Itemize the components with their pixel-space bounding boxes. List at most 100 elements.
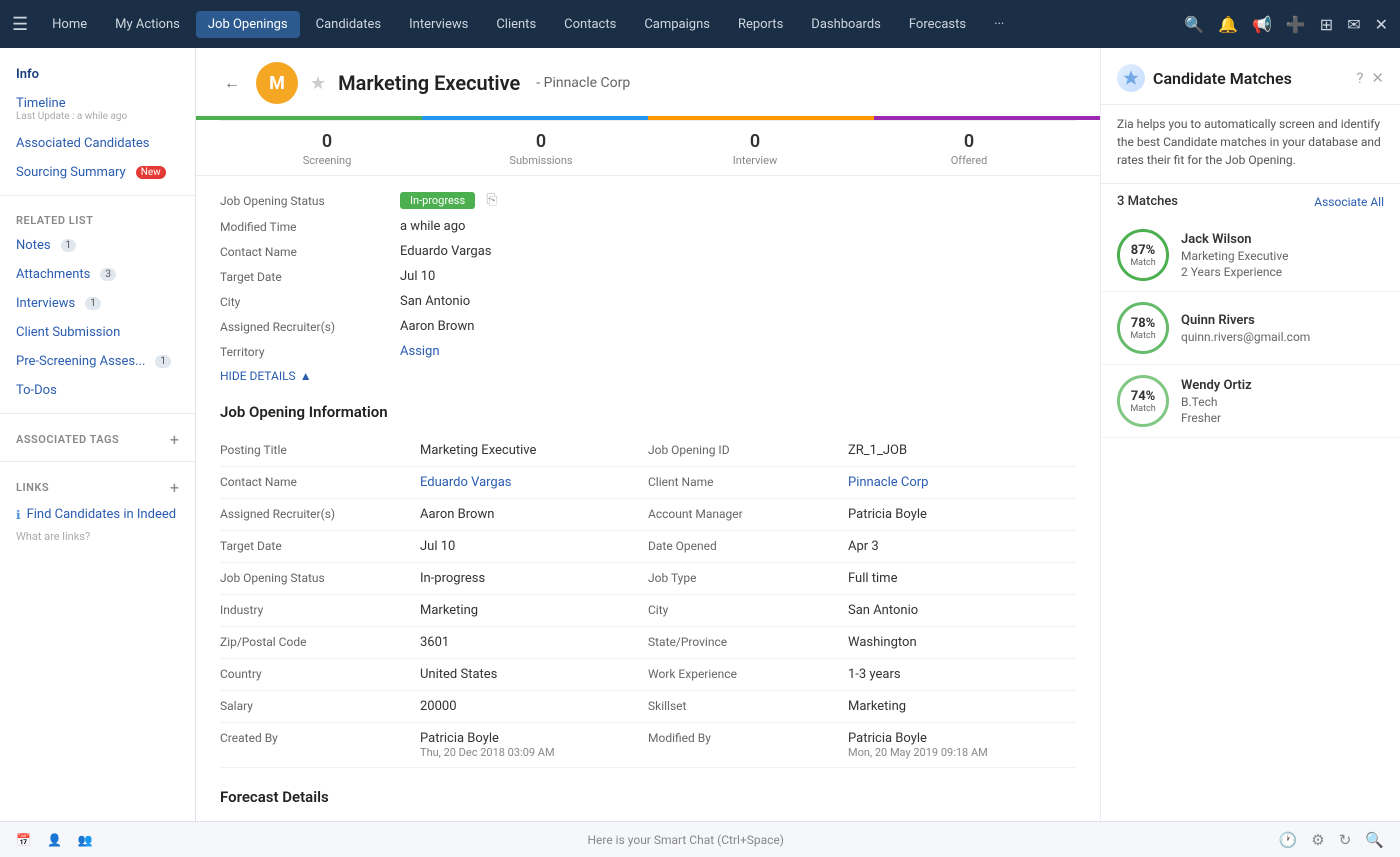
nav-item-my-actions[interactable]: My Actions	[103, 11, 192, 38]
created-by-block: Patricia Boyle Thu, 20 Dec 2018 03:09 AM	[420, 731, 648, 759]
created-by-name: Patricia Boyle	[420, 731, 648, 746]
details-area: Job Opening Status In-progress ⎘ Modifie…	[196, 176, 1100, 857]
sidebar-item-timeline[interactable]: Timeline Last Update : a while ago	[0, 89, 195, 129]
related-list-title: RELATED LIST	[0, 204, 195, 231]
clock-icon[interactable]: 🕐	[1279, 831, 1298, 849]
app-body: Info Timeline Last Update : a while ago …	[0, 48, 1400, 857]
date-opened-value: Apr 3	[848, 539, 1076, 554]
posting-title-value: Marketing Executive	[420, 443, 648, 458]
nav-item-home[interactable]: Home	[40, 11, 99, 38]
modified-by-name: Patricia Boyle	[848, 731, 1076, 746]
what-are-links[interactable]: What are links?	[0, 528, 195, 551]
job-status-label: Job Opening Status	[220, 194, 400, 208]
info-contact-value[interactable]: Eduardo Vargas	[420, 475, 648, 490]
info-account-manager: Account Manager Patricia Boyle	[648, 499, 1076, 531]
person-icon[interactable]: 👤	[47, 833, 62, 847]
assigned-recruiters-label: Assigned Recruiter(s)	[220, 320, 400, 334]
detail-territory: Territory Assign	[220, 344, 1076, 359]
associated-tags-add-icon[interactable]: +	[170, 430, 179, 449]
grid-icon[interactable]: ⊞	[1320, 15, 1333, 34]
nav-item-interviews[interactable]: Interviews	[397, 11, 480, 38]
stage-screening: 0 Screening	[220, 121, 434, 175]
refresh-icon[interactable]: ↻	[1339, 831, 1352, 849]
matches-panel-header: Candidate Matches ? ✕	[1101, 48, 1400, 105]
sidebar-item-info[interactable]: Info	[0, 60, 195, 89]
settings-icon[interactable]: ⚙	[1311, 831, 1324, 849]
nav-more[interactable]: ···	[982, 11, 1016, 38]
sidebar-item-client-submission[interactable]: Client Submission	[0, 318, 195, 347]
sidebar-item-notes[interactable]: Notes 1	[0, 231, 195, 260]
match-label-1: Match	[1130, 331, 1155, 341]
info-recruiters-value: Aaron Brown	[420, 507, 648, 522]
nav-item-forecasts[interactable]: Forecasts	[897, 11, 978, 38]
match-info-2: Wendy Ortiz B.Tech Fresher	[1181, 378, 1252, 425]
nav-item-contacts[interactable]: Contacts	[552, 11, 628, 38]
calendar-icon[interactable]: 📅	[16, 833, 31, 847]
timeline-subtitle: Last Update : a while ago	[16, 111, 127, 122]
info-country: Country United States	[220, 659, 648, 691]
nav-item-dashboards[interactable]: Dashboards	[799, 11, 893, 38]
search-icon[interactable]: 🔍	[1184, 15, 1204, 34]
mail-icon[interactable]: ✉	[1347, 15, 1360, 34]
copy-icon[interactable]: ⎘	[486, 192, 497, 208]
close-icon[interactable]: ✕	[1375, 15, 1388, 34]
favorite-star-icon[interactable]: ★	[310, 73, 326, 94]
sidebar-item-attachments[interactable]: Attachments 3	[0, 260, 195, 289]
associate-all-button[interactable]: Associate All	[1314, 195, 1384, 209]
nav-icon-group: 🔍 🔔 📢 ➕ ⊞ ✉ ✕	[1184, 15, 1388, 34]
info-skillset: Skillset Marketing	[648, 691, 1076, 723]
match-info-1: Quinn Rivers quinn.rivers@gmail.com	[1181, 313, 1310, 344]
bell-icon[interactable]: 📢	[1252, 15, 1272, 34]
match-info-0: Jack Wilson Marketing Executive 2 Years …	[1181, 232, 1288, 279]
chevron-up-icon: ▲	[300, 369, 312, 383]
page-header: ← M ★ Marketing Executive - Pinnacle Cor…	[196, 48, 1100, 176]
sidebar-item-pre-screening[interactable]: Pre-Screening Asses... 1	[0, 347, 195, 376]
target-date-value: Jul 10	[400, 269, 1076, 284]
links-add-icon[interactable]: +	[170, 478, 179, 497]
sidebar-item-sourcing-summary[interactable]: Sourcing Summary New	[0, 158, 195, 187]
nav-item-reports[interactable]: Reports	[726, 11, 795, 38]
matches-close-icon[interactable]: ✕	[1371, 69, 1384, 87]
bottom-search-icon[interactable]: 🔍	[1365, 831, 1384, 849]
sidebar-item-associated-candidates[interactable]: Associated Candidates	[0, 129, 195, 158]
assigned-recruiters-value: Aaron Brown	[400, 319, 1076, 334]
zia-icon	[1117, 64, 1145, 92]
stage-interview: 0 Interview	[648, 121, 862, 175]
info-status-label: Job Opening Status	[220, 571, 420, 586]
nav-item-clients[interactable]: Clients	[484, 11, 548, 38]
created-by-label: Created By	[220, 731, 420, 759]
job-type-value: Full time	[848, 571, 1076, 586]
help-icon[interactable]: ?	[1356, 69, 1363, 87]
match-label-0: Match	[1130, 258, 1155, 268]
detail-target-date: Target Date Jul 10	[220, 269, 1076, 284]
nav-item-job-openings[interactable]: Job Openings	[196, 11, 300, 38]
territory-assign-link[interactable]: Assign	[400, 344, 1076, 359]
modified-time-label: Modified Time	[220, 220, 400, 234]
add-icon[interactable]: ➕	[1286, 15, 1306, 34]
match-name-1: Quinn Rivers	[1181, 313, 1310, 328]
zip-label: Zip/Postal Code	[220, 635, 420, 650]
stage-submissions: 0 Submissions	[434, 121, 648, 175]
match-card-0: 87% Match Jack Wilson Marketing Executiv…	[1101, 219, 1400, 292]
nav-item-campaigns[interactable]: Campaigns	[632, 11, 722, 38]
info-zip: Zip/Postal Code 3601	[220, 627, 648, 659]
match-circle-0: 87% Match	[1117, 229, 1169, 281]
pre-screening-badge: 1	[155, 355, 171, 368]
people-icon[interactable]: 👥	[78, 833, 93, 847]
account-manager-label: Account Manager	[648, 507, 848, 522]
sidebar-item-interviews[interactable]: Interviews 1	[0, 289, 195, 318]
territory-label: Territory	[220, 345, 400, 359]
match-card-2: 74% Match Wendy Ortiz B.Tech Fresher	[1101, 365, 1400, 438]
target-date-label: Target Date	[220, 270, 400, 284]
main-content: ← M ★ Marketing Executive - Pinnacle Cor…	[196, 48, 1100, 857]
back-button[interactable]: ←	[220, 69, 244, 97]
client-name-label: Client Name	[648, 475, 848, 490]
nav-item-candidates[interactable]: Candidates	[304, 11, 393, 38]
match-pct-0: 87%	[1131, 243, 1156, 258]
notification-icon[interactable]: 🔔	[1218, 15, 1238, 34]
hamburger-icon[interactable]: ☰	[12, 14, 28, 35]
sidebar-item-todos[interactable]: To-Dos	[0, 376, 195, 405]
client-name-value[interactable]: Pinnacle Corp	[848, 475, 1076, 490]
hide-details-button[interactable]: HIDE DETAILS ▲	[220, 369, 1076, 383]
sidebar-find-candidates[interactable]: ℹ Find Candidates in Indeed	[0, 501, 195, 528]
